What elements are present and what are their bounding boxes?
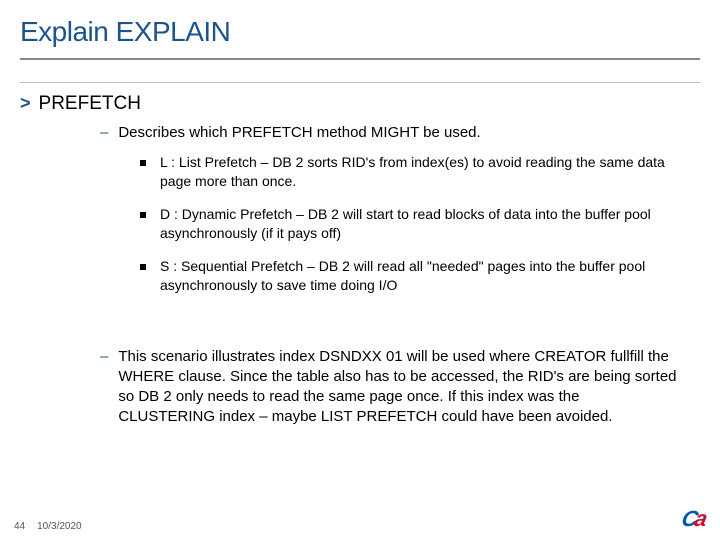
section-title: PREFETCH <box>39 93 141 115</box>
chevron-right-icon: > <box>20 93 31 114</box>
list-item-text: L : List Prefetch – DB 2 sorts RID's fro… <box>160 153 680 191</box>
list-item: L : List Prefetch – DB 2 sorts RID's fro… <box>140 153 680 191</box>
footer-date: 10/3/2020 <box>37 521 82 532</box>
title-divider <box>20 58 700 60</box>
section-header: > PREFETCH <box>0 83 720 121</box>
list-item-text: S : Sequential Prefetch – DB 2 will read… <box>160 257 680 295</box>
list-item-text: D : Dynamic Prefetch – DB 2 will start t… <box>160 205 680 243</box>
list-item: D : Dynamic Prefetch – DB 2 will start t… <box>140 205 680 243</box>
square-bullet-icon <box>140 160 146 166</box>
footer: 44 10/3/2020 <box>14 521 82 532</box>
square-bullet-icon <box>140 264 146 270</box>
scenario-row: – This scenario illustrates index DSNDXX… <box>100 347 680 428</box>
intro-text: Describes which PREFETCH method MIGHT be… <box>118 123 480 143</box>
square-bullet-icon <box>140 212 146 218</box>
list-item: S : Sequential Prefetch – DB 2 will read… <box>140 257 680 295</box>
en-dash-bullet: – <box>100 125 108 140</box>
en-dash-bullet: – <box>100 349 108 364</box>
page-number: 44 <box>14 521 25 532</box>
intro-row: – Describes which PREFETCH method MIGHT … <box>100 123 680 143</box>
prefetch-list: L : List Prefetch – DB 2 sorts RID's fro… <box>100 149 680 318</box>
ca-logo: Ca <box>679 506 707 532</box>
scenario-text: This scenario illustrates index DSNDXX 0… <box>118 347 680 428</box>
slide-title: Explain EXPLAIN <box>20 16 700 48</box>
